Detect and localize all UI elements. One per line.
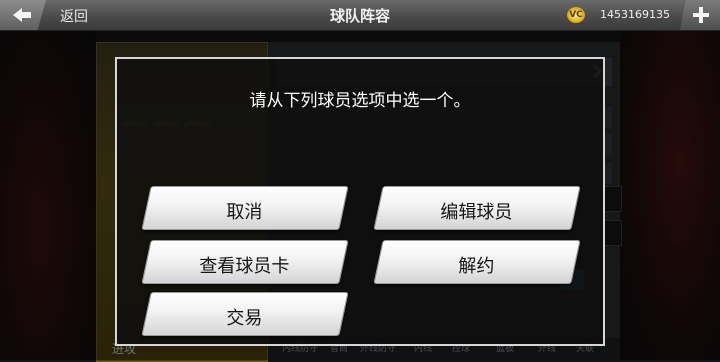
gold-coin-icon: VC	[567, 7, 585, 23]
trade-button-label: 交易	[226, 308, 263, 329]
add-currency-button[interactable]	[680, 0, 720, 30]
edit-player-button-label: 编辑球员	[440, 202, 513, 223]
view-player-card-button-label: 查看球员卡	[199, 256, 290, 277]
cancel-button-label: 取消	[226, 202, 263, 223]
coin-balance: 1453169135	[600, 8, 670, 21]
view-player-card-button[interactable]: 查看球员卡	[141, 240, 349, 284]
dialog-prompt: 请从下列球员选项中选一个。	[249, 91, 471, 111]
edit-player-button[interactable]: 编辑球员	[373, 186, 581, 230]
trade-button[interactable]: 交易	[141, 292, 349, 336]
release-player-button[interactable]: 解约	[373, 240, 581, 284]
cancel-button[interactable]: 取消	[141, 186, 349, 230]
plus-icon	[693, 7, 709, 23]
release-player-button-label: 解约	[458, 256, 495, 277]
top-bar: 返回 球队阵容 VC 1453169135	[0, 0, 720, 31]
